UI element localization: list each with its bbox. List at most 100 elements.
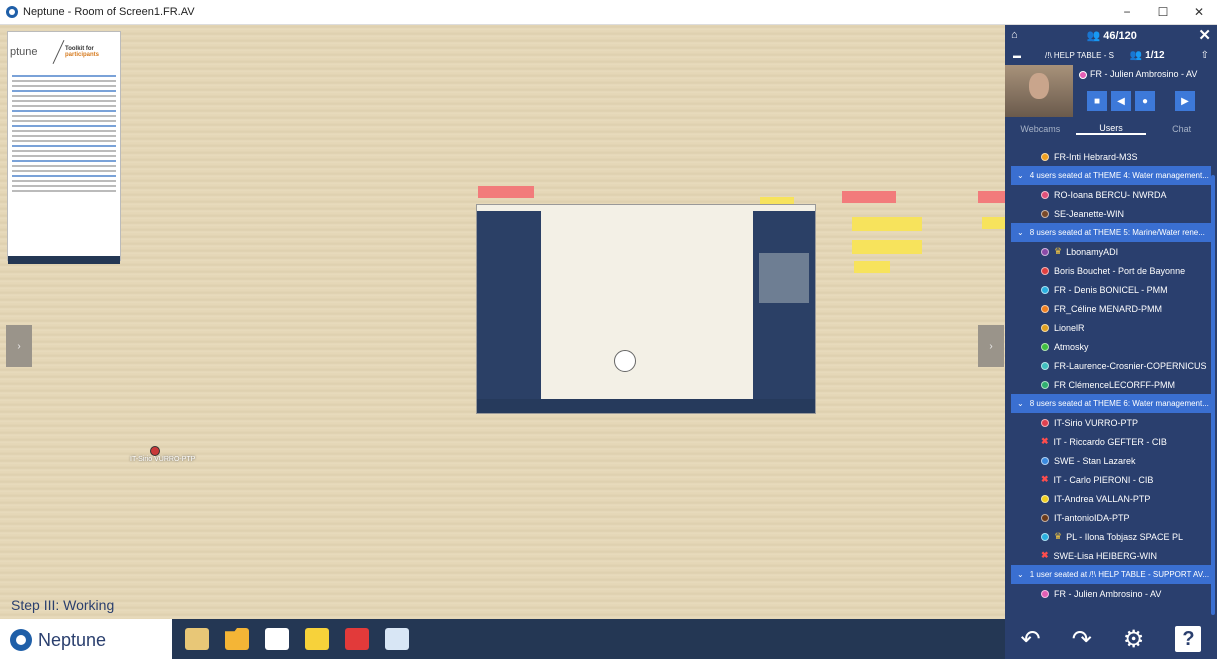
camera-toggle-icon[interactable]: ■ xyxy=(1087,91,1107,111)
user-list-item[interactable]: FR - Denis BONICEL - PMM xyxy=(1005,280,1217,299)
step-label: Step III: Working xyxy=(11,597,115,613)
folder-icon[interactable] xyxy=(222,624,252,654)
user-status-dot xyxy=(1041,456,1049,465)
user-avatar-marker[interactable] xyxy=(150,446,160,456)
user-status-dot xyxy=(1041,304,1049,313)
sticky-note-icon[interactable] xyxy=(302,624,332,654)
toolkit-document[interactable]: ptune Toolkit for participants xyxy=(7,31,121,264)
group-label: 1 user seated at /!\ HELP TABLE - SUPPOR… xyxy=(1029,570,1210,579)
user-list[interactable]: FR-Inti Hebrard-M3S ⌄ 4 users seated at TH… xyxy=(1005,147,1217,607)
user-name: IT - Riccardo GEFTER - CIB xyxy=(1053,436,1167,447)
doc-logo: ptune xyxy=(10,46,38,58)
help-icon[interactable]: ? xyxy=(1175,626,1202,652)
user-list-item[interactable]: FR-Laurence-Crosnier-COPERNICUS xyxy=(1005,356,1217,375)
shared-screen[interactable] xyxy=(476,204,816,414)
crown-icon: ♛ xyxy=(1054,246,1063,256)
user-list-item[interactable]: SWE - Stan Lazarek xyxy=(1005,451,1217,470)
brand: Neptune xyxy=(10,629,106,651)
user-list-item[interactable]: LionelR xyxy=(1005,318,1217,337)
shared-screen-right-panel xyxy=(753,211,815,401)
sticky-note[interactable] xyxy=(978,191,1005,203)
shared-screen-cursor xyxy=(614,350,636,372)
user-name: RO-Ioana BERCU- NWRDA xyxy=(1054,189,1167,200)
card-icon[interactable] xyxy=(262,624,292,654)
announce-icon[interactable]: ▶ xyxy=(1175,91,1195,111)
user-list-item[interactable]: Boris Bouchet - Port de Bayonne xyxy=(1005,261,1217,280)
user-list-item[interactable]: IT-Sirio VURRO-PTP xyxy=(1005,413,1217,432)
user-name: LionelR xyxy=(1054,322,1085,333)
user-list-item[interactable]: SE-Jeanette-WIN xyxy=(1005,204,1217,223)
panel-tabs: Webcams Users Chat xyxy=(1005,120,1217,138)
group-label: 4 users seated at THEME 4: Water managem… xyxy=(1029,171,1209,180)
user-list-item[interactable]: FR ClémenceLECORFF-PMM xyxy=(1005,375,1217,394)
user-list-item[interactable]: IT-Andrea VALLAN-PTP xyxy=(1005,489,1217,508)
user-list-item[interactable]: FR - Julien Ambrosino - AV xyxy=(1005,584,1217,603)
microphone-toggle-icon[interactable]: ● xyxy=(1135,91,1155,111)
right-scroll-arrow[interactable]: › xyxy=(978,325,1004,367)
user-status-dot xyxy=(1041,494,1049,503)
doc-subheading: participants xyxy=(65,52,100,58)
left-scroll-arrow[interactable]: › xyxy=(6,325,32,367)
user-status-dot xyxy=(1041,323,1049,332)
user-status-dot xyxy=(1041,285,1049,294)
offline-icon: ✖ xyxy=(1041,474,1049,484)
table-icon: ▬ xyxy=(1013,50,1021,60)
doc-title: Toolkit for participants xyxy=(65,46,99,58)
shared-screen-webcam xyxy=(759,253,809,303)
tab-users[interactable]: Users xyxy=(1075,123,1147,135)
minimize-button[interactable]: − xyxy=(1109,0,1145,25)
table-group-header[interactable]: ⌄ 4 users seated at THEME 4: Water manage… xyxy=(1011,166,1211,185)
close-window-button[interactable]: ✕ xyxy=(1181,0,1217,25)
user-list-item[interactable]: RO-Ioana BERCU- NWRDA xyxy=(1005,185,1217,204)
speaker-toggle-icon[interactable]: ◀ xyxy=(1111,91,1131,111)
user-status-dot xyxy=(1041,342,1049,351)
table-group-header[interactable]: ⌄ 8 users seated at THEME 5: Marine/Water… xyxy=(1011,223,1211,242)
user-list-item[interactable]: ✖ IT - Carlo PIERONI - CIB xyxy=(1005,470,1217,489)
list-icon[interactable] xyxy=(382,624,412,654)
table-group-header[interactable]: ⌄ 8 users seated at THEME 6: Water manage… xyxy=(1011,394,1211,413)
user-list-item[interactable]: FR_Céline MENARD-PMM xyxy=(1005,299,1217,318)
settings-icon[interactable]: ⚙ xyxy=(1123,625,1145,654)
user-name: SWE-Lisa HEIBERG-WIN xyxy=(1053,550,1158,561)
user-list-item[interactable]: FR-Inti Hebrard-M3S xyxy=(1005,147,1217,166)
doc-toolbar[interactable] xyxy=(8,256,120,264)
tab-chat[interactable]: Chat xyxy=(1146,124,1217,134)
chest-icon[interactable] xyxy=(182,624,212,654)
sticky-note[interactable] xyxy=(852,217,922,231)
bottom-bar: Neptune ↶ ↷ ⚙ ? xyxy=(0,619,1217,659)
redo-icon[interactable]: ↷ xyxy=(1072,625,1092,654)
user-list-item[interactable]: ✖ IT - Riccardo GEFTER - CIB xyxy=(1005,432,1217,451)
maximize-button[interactable]: ☐ xyxy=(1145,0,1181,25)
user-status-dot xyxy=(1041,152,1049,161)
user-name: FR - Julien Ambrosino - AV xyxy=(1054,588,1162,599)
sticky-note[interactable] xyxy=(854,261,890,273)
sticky-note[interactable] xyxy=(478,186,534,198)
user-list-item[interactable]: ✖ SWE-Lisa HEIBERG-WIN xyxy=(1005,546,1217,565)
user-name: FR-Inti Hebrard-M3S xyxy=(1054,151,1138,162)
user-name: PL - Ilona Tobjasz SPACE PL xyxy=(1066,531,1183,542)
close-panel-icon[interactable]: ✕ xyxy=(1198,26,1211,44)
sticky-note[interactable] xyxy=(982,217,1005,229)
board-actions: ↶ ↷ ⚙ ? xyxy=(1005,619,1217,659)
user-list-item[interactable]: Atmosky xyxy=(1005,337,1217,356)
board-canvas[interactable]: ptune Toolkit for participants › › IT-Si… xyxy=(0,25,1005,619)
screen-share-icon[interactable] xyxy=(342,624,372,654)
undo-icon[interactable]: ↶ xyxy=(1021,625,1041,654)
user-status-dot xyxy=(1041,266,1049,275)
sticky-note[interactable] xyxy=(852,240,922,254)
user-list-item[interactable]: ♛ LbonamyADI xyxy=(1005,242,1217,261)
neptune-app-icon xyxy=(6,6,18,18)
sticky-note[interactable] xyxy=(842,191,896,203)
user-list-item[interactable]: IT-antonioIDA-PTP xyxy=(1005,508,1217,527)
user-list-scrollbar[interactable] xyxy=(1211,175,1215,615)
offline-icon: ✖ xyxy=(1041,550,1049,560)
tab-webcams[interactable]: Webcams xyxy=(1005,124,1076,134)
right-panel: ⌂ 👥 46/120 ✕ ▬ /!\ HELP TABLE - S 👥 1/12… xyxy=(1005,25,1217,619)
user-list-item[interactable]: ♛ PL - Ilona Tobjasz SPACE PL xyxy=(1005,527,1217,546)
user-name: Atmosky xyxy=(1054,341,1089,352)
table-group-header[interactable]: ⌄ 1 user seated at /!\ HELP TABLE - SUPPO… xyxy=(1011,565,1211,584)
upload-icon[interactable]: ⇧ xyxy=(1201,50,1209,61)
offline-icon: ✖ xyxy=(1041,436,1049,446)
home-icon[interactable]: ⌂ xyxy=(1011,29,1025,41)
my-webcam xyxy=(1005,65,1073,117)
